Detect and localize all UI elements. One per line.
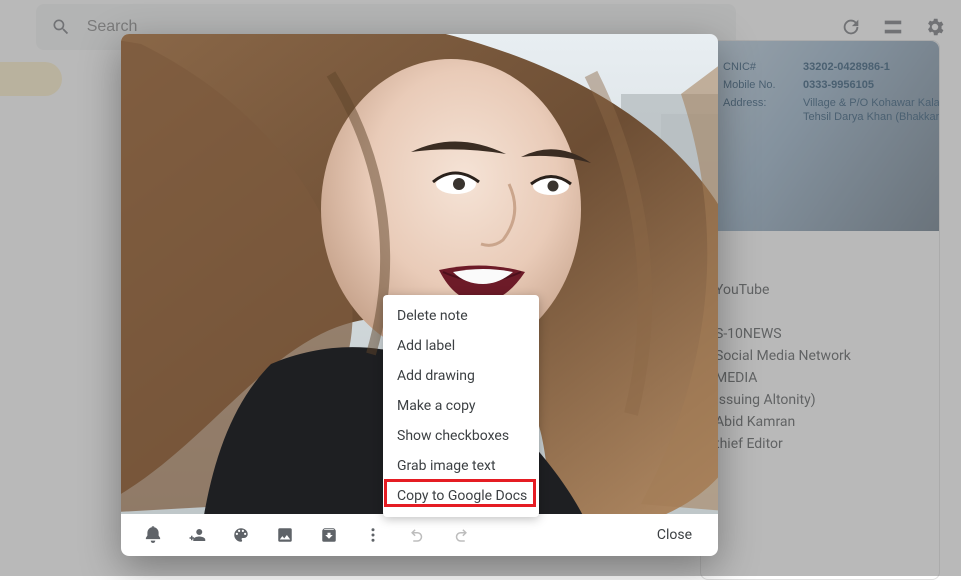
add-image-icon[interactable] bbox=[263, 514, 307, 556]
menu-item-grab-image-text[interactable]: Grab image text bbox=[383, 451, 539, 481]
menu-item-add-label[interactable]: Add label bbox=[383, 331, 539, 361]
undo-icon[interactable] bbox=[395, 514, 439, 556]
redo-icon[interactable] bbox=[439, 514, 483, 556]
menu-item-delete-note[interactable]: Delete note bbox=[383, 301, 539, 331]
remind-me-icon[interactable] bbox=[131, 514, 175, 556]
close-button[interactable]: Close bbox=[641, 527, 708, 543]
menu-item-add-drawing[interactable]: Add drawing bbox=[383, 361, 539, 391]
menu-item-copy-to-google-docs[interactable]: Copy to Google Docs bbox=[383, 481, 539, 511]
menu-item-show-checkboxes[interactable]: Show checkboxes bbox=[383, 421, 539, 451]
collaborator-icon[interactable] bbox=[175, 514, 219, 556]
menu-item-make-a-copy[interactable]: Make a copy bbox=[383, 391, 539, 421]
note-toolbar: Close bbox=[121, 514, 718, 556]
palette-icon[interactable] bbox=[219, 514, 263, 556]
more-options-menu: Delete note Add label Add drawing Make a… bbox=[383, 295, 539, 517]
archive-icon[interactable] bbox=[307, 514, 351, 556]
more-vert-icon[interactable] bbox=[351, 514, 395, 556]
